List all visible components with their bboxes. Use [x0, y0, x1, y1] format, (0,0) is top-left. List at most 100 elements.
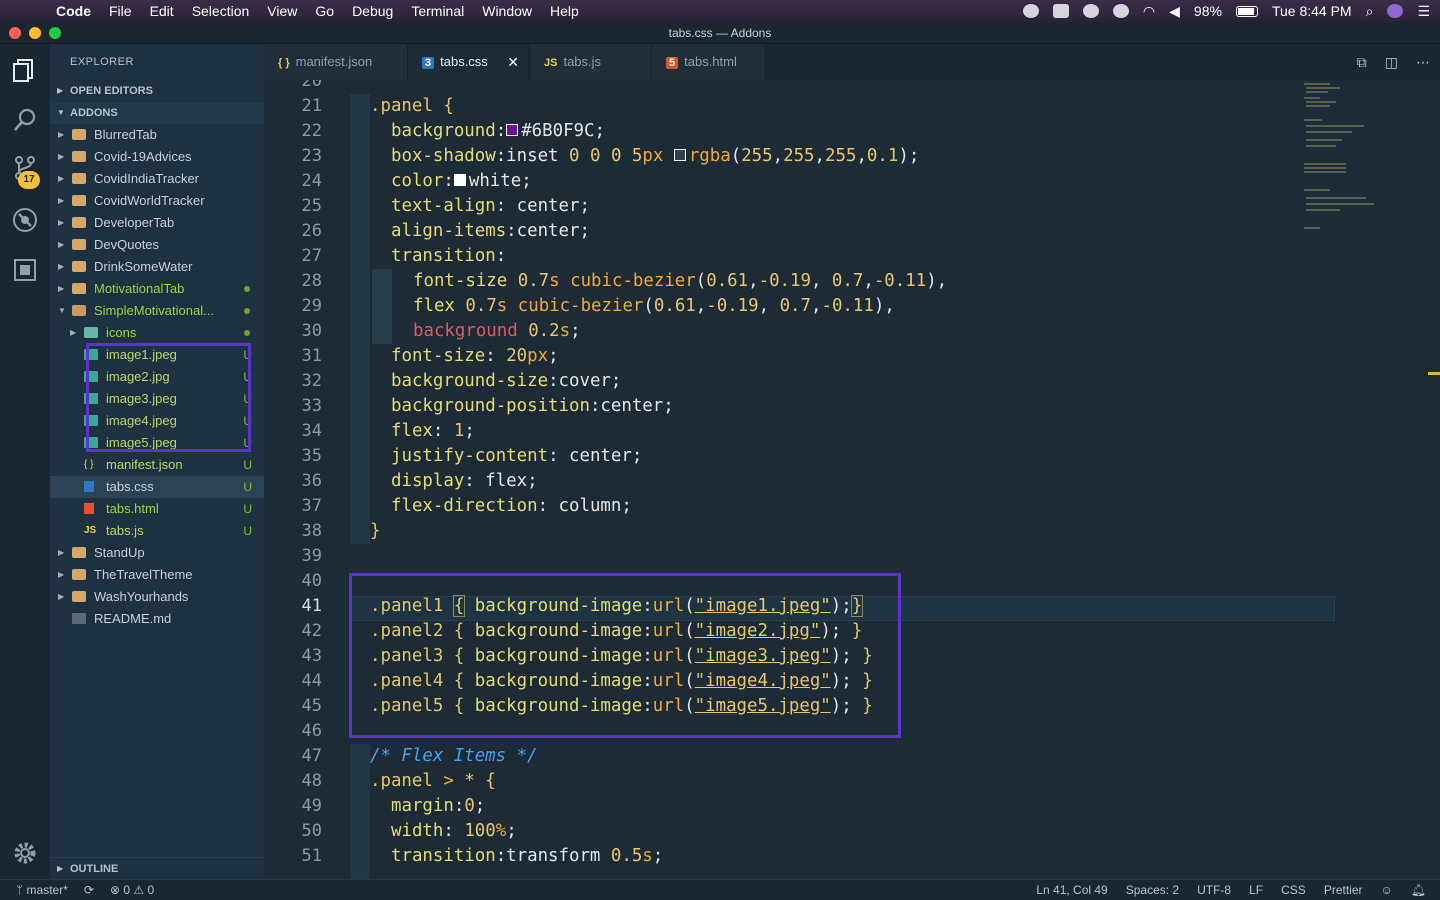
spotlight-search-icon[interactable]: ⌕ [1366, 3, 1374, 20]
code-line-38: } [370, 521, 381, 541]
tree-item[interactable]: ▶ StandUp [50, 542, 264, 564]
code-line-34: flex: 1; [391, 421, 475, 441]
problems-indicator[interactable]: ⊗ 0 ⚠ 0 [110, 880, 154, 900]
tree-item[interactable]: ▶ MotivationalTab [50, 278, 264, 300]
git-untracked-badge: U [243, 524, 252, 538]
addons-section[interactable]: ▼ ADDONS [50, 102, 264, 124]
line-number: 49 [301, 796, 322, 816]
creative-cloud-icon[interactable] [1082, 4, 1099, 18]
menu-file[interactable]: File [100, 3, 141, 19]
menu-terminal[interactable]: Terminal [402, 3, 473, 19]
extensions-icon[interactable] [11, 256, 39, 284]
code-editor[interactable]: 20 21 22 23 24 25 26 27 28 29 30 31 32 33 34 35 36 37 38 39… [264, 80, 1440, 879]
git-branch-icon: ᛘ [16, 883, 27, 897]
menu-debug[interactable]: Debug [343, 3, 402, 19]
tree-item-label: README.md [94, 611, 172, 626]
close-window-button[interactable] [9, 27, 21, 39]
sync-icon[interactable]: ⟳ [84, 880, 94, 900]
tree-item[interactable]: ▶ CovidIndiaTracker [50, 168, 264, 190]
menu-app-name[interactable]: Code [56, 3, 100, 19]
explorer-icon[interactable] [11, 56, 39, 84]
folder-icon [72, 151, 86, 162]
window-title: tabs.css — Addons [668, 26, 772, 40]
tree-item[interactable]: ▶ Covid-19Advices [50, 146, 264, 168]
tab-tabs-js[interactable]: JS tabs.js [530, 44, 652, 80]
volume-icon[interactable]: ◀ [1169, 3, 1180, 20]
minimize-window-button[interactable] [29, 27, 41, 39]
explorer-header: EXPLORER [70, 56, 134, 68]
close-tab-icon[interactable]: ✕ [507, 44, 519, 80]
tab-tabs-css[interactable]: 3 tabs.css ✕ [408, 44, 530, 80]
menu-go[interactable]: Go [306, 3, 343, 19]
status-tray-icon[interactable] [1022, 4, 1039, 18]
search-icon[interactable] [11, 106, 39, 134]
tree-item[interactable]: JS Utabs.js [50, 520, 264, 542]
minimap[interactable] [1300, 80, 1380, 240]
window-titlebar: tabs.css — Addons [0, 22, 1440, 44]
more-actions-icon[interactable]: ⋯ [1416, 54, 1430, 71]
tree-item[interactable]: README.md [50, 608, 264, 630]
menu-help[interactable]: Help [541, 3, 588, 19]
tree-item-label: TheTravelTheme [94, 567, 193, 582]
time-machine-icon[interactable] [1112, 4, 1129, 18]
tree-item-label: WashYourhands [94, 589, 189, 604]
tree-item[interactable]: ▼ SimpleMotivational... [50, 300, 264, 322]
notification-center-icon[interactable]: ☰ [1417, 3, 1430, 20]
tree-item[interactable]: ▶ TheTravelTheme [50, 564, 264, 586]
menu-window[interactable]: Window [473, 3, 541, 19]
clock[interactable]: Tue 8:44 PM [1272, 3, 1352, 19]
feedback-smiley-icon[interactable]: ☺ [1381, 880, 1393, 900]
wifi-icon[interactable]: ◠ [1143, 3, 1155, 20]
js-file-icon: JS [544, 57, 558, 69]
tab-manifest-json[interactable]: { } manifest.json [264, 44, 408, 80]
tree-item[interactable]: Utabs.html [50, 498, 264, 520]
indentation[interactable]: Spaces: 2 [1126, 880, 1179, 900]
tree-item[interactable]: Utabs.css [50, 476, 264, 498]
activity-bar: 17 [0, 44, 50, 879]
line-number: 37 [301, 496, 322, 516]
tree-item[interactable]: ▶ BlurredTab [50, 124, 264, 146]
notifications-bell-icon[interactable]: 🔔︎ [1411, 880, 1426, 900]
branch-indicator[interactable]: ᛘ master* [16, 880, 68, 900]
menu-edit[interactable]: Edit [141, 3, 183, 19]
code-line-37: flex-direction: column; [391, 496, 632, 516]
outline-label: OUTLINE [70, 863, 119, 875]
tree-item[interactable]: { } Umanifest.json [50, 454, 264, 476]
line-number: 21 [301, 96, 322, 116]
open-changes-icon[interactable]: ⧉ [1357, 54, 1367, 71]
siri-icon[interactable] [1387, 4, 1404, 18]
tree-item[interactable]: ▶ icons [50, 322, 264, 344]
open-editors-label: OPEN EDITORS [70, 85, 153, 97]
scrollbar-marker[interactable] [1428, 372, 1440, 375]
tree-item[interactable]: ▶ CovidWorldTracker [50, 190, 264, 212]
tree-item[interactable]: ▶ WashYourhands [50, 586, 264, 608]
language-mode[interactable]: CSS [1281, 880, 1306, 900]
end-of-line[interactable]: LF [1249, 880, 1263, 900]
code-line-30: background 0.2s; [413, 321, 581, 341]
code-line-32: background-size:cover; [391, 371, 622, 391]
chevron-down-icon: ▼ [58, 306, 66, 315]
line-number: 43 [301, 646, 322, 666]
formatter[interactable]: Prettier [1324, 880, 1363, 900]
battery-icon[interactable] [1235, 5, 1258, 17]
code-line-49: margin:0; [391, 796, 486, 816]
tree-item[interactable]: ▶ DevQuotes [50, 234, 264, 256]
docker-icon[interactable] [1052, 4, 1069, 18]
outline-section[interactable]: ▶ OUTLINE [50, 857, 264, 879]
menu-selection[interactable]: Selection [183, 3, 259, 19]
indent-guide [372, 269, 392, 344]
menu-view[interactable]: View [258, 3, 306, 19]
line-number: 45 [301, 696, 322, 716]
settings-gear-icon[interactable] [11, 839, 39, 867]
folder-icon [72, 217, 86, 228]
tree-item[interactable]: ▶ DeveloperTab [50, 212, 264, 234]
encoding[interactable]: UTF-8 [1197, 880, 1231, 900]
tab-tabs-html[interactable]: 5 tabs.html [652, 44, 766, 80]
cursor-position[interactable]: Ln 41, Col 49 [1036, 880, 1107, 900]
modified-dot-icon [244, 286, 250, 292]
tree-item[interactable]: ▶ DrinkSomeWater [50, 256, 264, 278]
zoom-window-button[interactable] [49, 27, 61, 39]
open-editors-section[interactable]: ▶ OPEN EDITORS [50, 80, 264, 102]
split-editor-icon[interactable]: ◫ [1385, 54, 1398, 71]
debug-icon[interactable] [11, 206, 39, 234]
